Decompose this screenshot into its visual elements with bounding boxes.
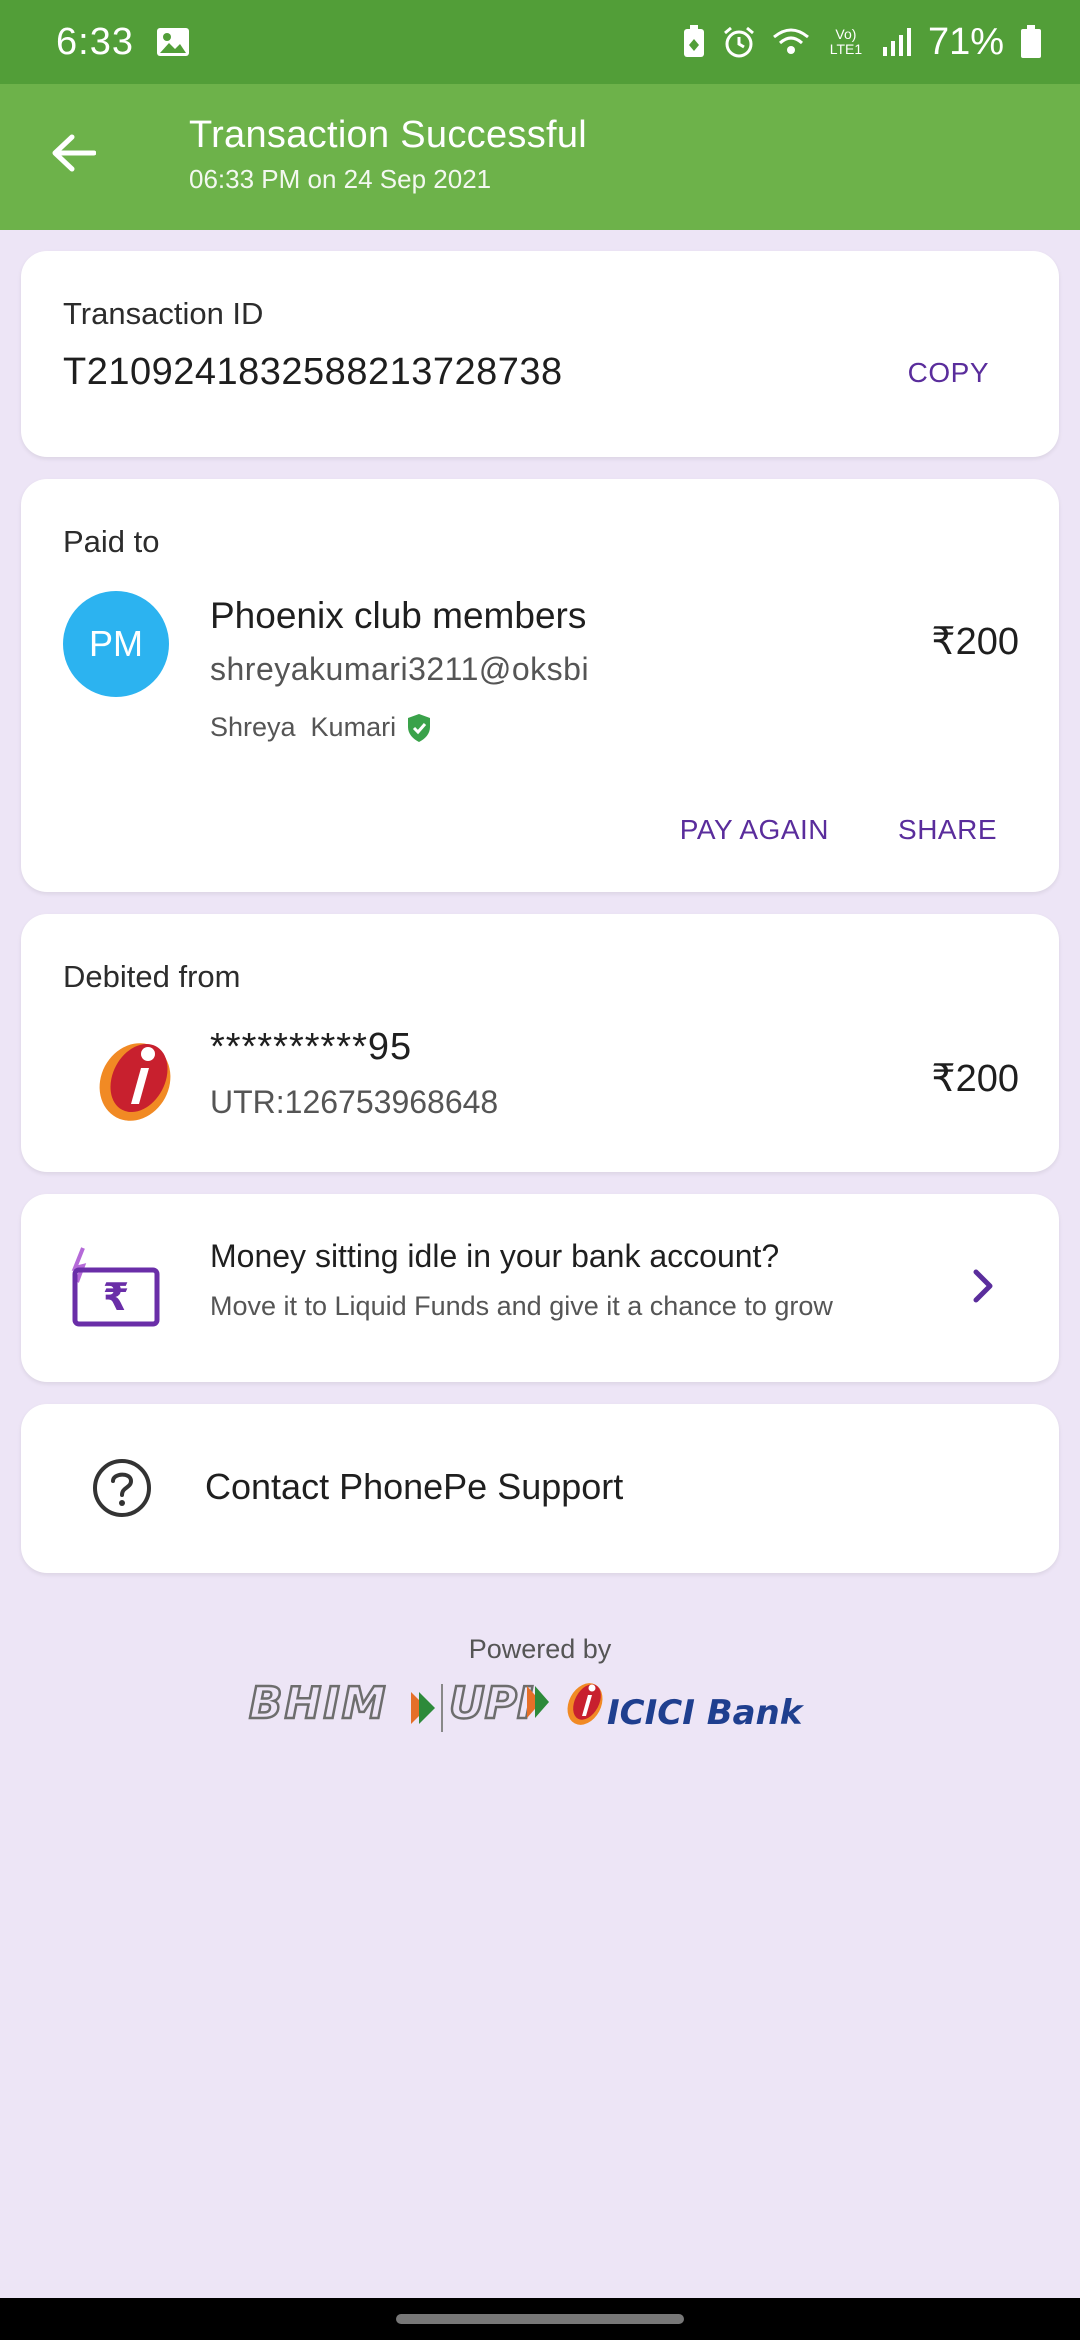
rupee-card-icon: ₹ bbox=[69, 1246, 175, 1336]
signal-icon bbox=[882, 27, 912, 57]
paid-to-card: Paid to PM Phoenix club members shreyaku… bbox=[21, 479, 1059, 892]
account-number: **********95 bbox=[210, 1026, 413, 1068]
avatar: PM bbox=[63, 591, 169, 697]
debited-from-label: Debited from bbox=[63, 959, 241, 994]
verified-shield-icon bbox=[408, 713, 431, 742]
alarm-icon bbox=[722, 25, 756, 59]
transaction-id-value: T2109241832588213728738 bbox=[63, 351, 563, 393]
battery-saver-icon bbox=[682, 25, 706, 59]
arrow-left-icon bbox=[52, 134, 96, 172]
status-time: 6:33 bbox=[56, 20, 134, 63]
status-bar: 6:33 Vo) LTE1 71% bbox=[0, 0, 1080, 84]
partner-logos: BHIM UPI ICICI Bank bbox=[245, 1670, 845, 1740]
system-nav-bar bbox=[0, 2298, 1080, 2340]
transaction-id-label: Transaction ID bbox=[63, 296, 264, 331]
promo-title: Money sitting idle in your bank account? bbox=[210, 1238, 780, 1274]
help-circle-icon bbox=[90, 1456, 154, 1520]
volte-icon: Vo) LTE1 bbox=[829, 26, 863, 57]
icici-bank-wordmark: ICICI Bank bbox=[607, 1693, 805, 1733]
icici-logo-icon bbox=[91, 1034, 183, 1126]
page-title: Transaction Successful bbox=[189, 114, 588, 156]
upi-wordmark: UPI bbox=[449, 1678, 533, 1729]
debited-from-card: Debited from **********95 UTR:1267539686… bbox=[21, 914, 1059, 1172]
promo-subtitle: Move it to Liquid Funds and give it a ch… bbox=[210, 1291, 833, 1321]
utr-number: UTR:126753968648 bbox=[210, 1084, 499, 1120]
share-button[interactable]: SHARE bbox=[898, 814, 997, 846]
transaction-id-card: Transaction ID T2109241832588213728738 C… bbox=[21, 251, 1059, 457]
payee-name: Phoenix club members bbox=[210, 595, 587, 636]
verified-name-text: Shreya Kumari bbox=[210, 712, 397, 742]
pay-again-button[interactable]: PAY AGAIN bbox=[680, 814, 829, 846]
powered-by-label: Powered by bbox=[468, 1634, 612, 1664]
paid-to-label: Paid to bbox=[63, 524, 160, 559]
battery-icon bbox=[1020, 25, 1042, 59]
bhim-wordmark: BHIM bbox=[249, 1678, 388, 1729]
paid-amount: ₹200 bbox=[931, 621, 1019, 663]
payee-verified-name: Shreya Kumari bbox=[210, 712, 432, 743]
back-button[interactable] bbox=[42, 122, 104, 184]
battery-percent: 71% bbox=[927, 20, 1004, 63]
payee-upi-id: shreyakumari3211@oksbi bbox=[210, 651, 590, 687]
chevron-right-icon bbox=[960, 1264, 1004, 1308]
bhim-logo-icon: BHIM bbox=[248, 1677, 443, 1732]
debited-amount: ₹200 bbox=[931, 1058, 1019, 1100]
gallery-icon bbox=[156, 27, 190, 57]
home-gesture-handle[interactable] bbox=[396, 2314, 684, 2324]
svg-text:₹: ₹ bbox=[103, 1275, 129, 1319]
contact-support-button[interactable]: Contact PhonePe Support bbox=[21, 1404, 1059, 1573]
transaction-datetime: 06:33 PM on 24 Sep 2021 bbox=[189, 164, 492, 194]
contact-support-label: Contact PhonePe Support bbox=[205, 1466, 624, 1507]
copy-button[interactable]: COPY bbox=[908, 357, 989, 389]
liquid-funds-promo[interactable]: ₹ Money sitting idle in your bank accoun… bbox=[21, 1194, 1059, 1382]
app-header: Transaction Successful 06:33 PM on 24 Se… bbox=[0, 84, 1080, 230]
upi-logo-icon: UPI bbox=[448, 1677, 549, 1730]
icici-bank-logo-icon: ICICI Bank bbox=[567, 1683, 805, 1733]
wifi-icon bbox=[772, 26, 810, 58]
